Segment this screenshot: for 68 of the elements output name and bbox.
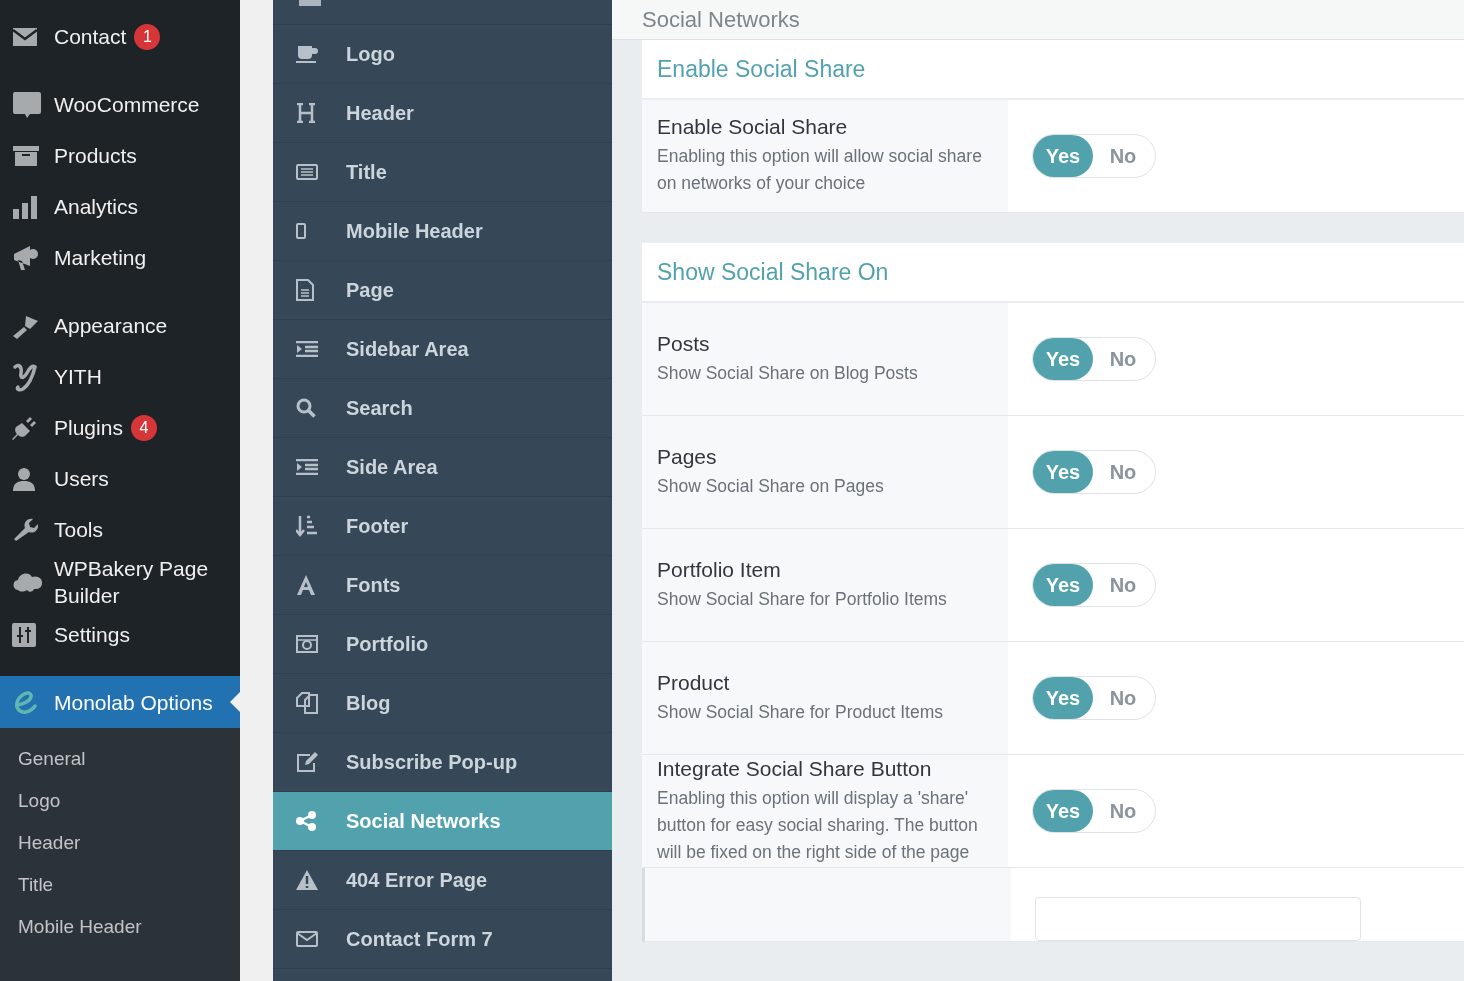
setting-description: Show Social Share on Blog Posts [657, 361, 919, 385]
setting-title: Posts [657, 331, 711, 356]
archive-box-icon [12, 144, 40, 167]
wrench-icon [12, 516, 38, 543]
speech-bubble-icon [12, 90, 42, 119]
admin-menu-item[interactable]: Appearance [0, 300, 240, 351]
options-nav-item[interactable]: Title [273, 143, 612, 202]
setting-title: Enable Social Share [657, 115, 849, 139]
section-title: Enable Social Share [657, 55, 866, 83]
font-icon [296, 575, 316, 595]
admin-menu-item[interactable]: Products [0, 130, 240, 181]
search-icon [296, 398, 316, 418]
share-icon [296, 811, 316, 831]
admin-menu-item[interactable]: Monolab Options [0, 676, 240, 728]
admin-menu-item[interactable]: WPBakery Page Builder [0, 555, 240, 609]
setting-description: Enabling this option will allow social share on networks of your choice [657, 145, 983, 195]
edit-icon [296, 752, 318, 772]
sliders-icon [12, 622, 36, 647]
options-nav-item[interactable]: Logo [273, 25, 612, 84]
mobile-phone-icon [296, 223, 306, 239]
admin-menu-item[interactable]: Settings [0, 609, 240, 660]
heading-icon [296, 103, 316, 123]
envelope-icon [12, 26, 38, 47]
setting-description: Show Social Share for Product Items [657, 700, 944, 724]
admin-menu-item[interactable]: Contact 1 [0, 11, 240, 62]
setting-description: Enabling this option will display a 'share' button for easy social sharing. The button will be fixed on the right side of the page [657, 786, 979, 864]
admin-menu-item[interactable]: YITH [0, 351, 240, 402]
options-nav-item[interactable]: Blog [273, 674, 612, 733]
admin-menu-item[interactable]: Marketing [0, 232, 240, 283]
submenu-item[interactable]: Header [0, 822, 240, 864]
list-box-icon [296, 164, 318, 180]
submenu-item[interactable]: Logo [0, 780, 240, 822]
setting-description: Show Social Share on Pages [657, 474, 885, 498]
setting-title: Pages [657, 444, 718, 469]
copy-icon [296, 692, 318, 714]
options-nav-item[interactable]: Portfolio [273, 615, 612, 674]
notification-count: 1 [134, 23, 161, 50]
admin-menu-item[interactable]: Plugins 4 [0, 402, 240, 453]
setting-title: Portfolio Item [657, 557, 782, 582]
bar-chart-icon [12, 194, 38, 219]
setting-title: Integrate Social Share Button [657, 756, 933, 781]
setting-description: Show Social Share for Portfolio Items [657, 587, 948, 611]
megaphone-icon [12, 243, 40, 272]
notification-count: 4 [130, 414, 157, 441]
user-icon [12, 466, 36, 491]
warning-icon [296, 870, 318, 890]
admin-menu-item[interactable]: Tools [0, 504, 240, 555]
options-nav-item[interactable]: 404 Error Page [273, 851, 612, 910]
page-title: Social Networks [642, 6, 800, 33]
admin-menu-item[interactable]: Users [0, 453, 240, 504]
document-icon [296, 279, 314, 301]
script-e-icon [12, 690, 40, 714]
admin-menu-item[interactable]: WooCommerce [0, 79, 240, 130]
section-title: Show Social Share On [657, 258, 889, 286]
camera-icon [296, 635, 318, 653]
submenu-item[interactable]: General [0, 738, 240, 780]
submenu-item[interactable]: Title [0, 864, 240, 906]
coffee-cup-icon [296, 45, 318, 63]
envelope-icon [296, 931, 318, 947]
sort-icon [296, 515, 318, 537]
setting-title: Product [657, 670, 731, 695]
plug-icon [12, 414, 38, 441]
admin-menu-item[interactable]: Analytics [0, 181, 240, 232]
indent-list-icon [296, 341, 318, 357]
text-field[interactable] [1035, 897, 1361, 941]
indent-list-icon [296, 459, 318, 475]
submenu-item[interactable]: Mobile Header [0, 906, 240, 948]
options-nav-item[interactable]: Page [273, 261, 612, 320]
